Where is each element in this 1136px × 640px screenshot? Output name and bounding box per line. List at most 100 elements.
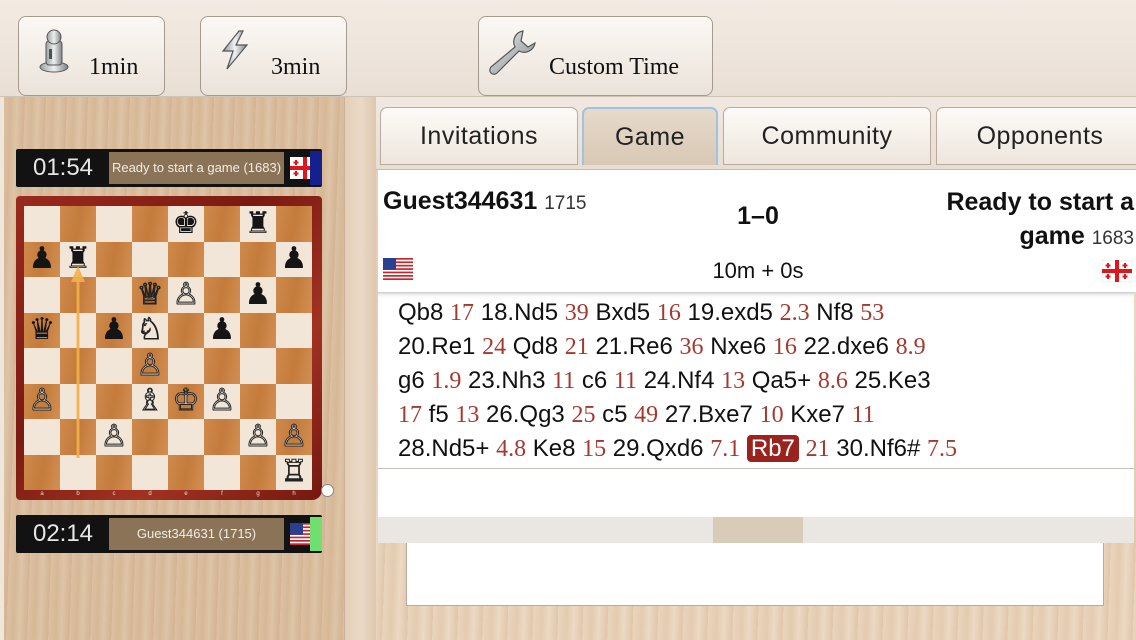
tab-invitations[interactable]: Invitations bbox=[380, 107, 578, 165]
chess-piece[interactable]: ♙ bbox=[28, 385, 56, 416]
board-square[interactable] bbox=[24, 419, 60, 455]
board-square[interactable] bbox=[60, 454, 96, 490]
board-square[interactable]: ♚ bbox=[168, 206, 204, 242]
board-square[interactable]: ♙ bbox=[24, 383, 60, 419]
board-square[interactable]: ♙ bbox=[168, 277, 204, 313]
board-square[interactable] bbox=[204, 206, 240, 242]
board-square[interactable]: ♕ bbox=[132, 277, 168, 313]
board-square[interactable]: ♟ bbox=[24, 241, 60, 277]
board-square[interactable]: ♖ bbox=[276, 454, 312, 490]
board-square[interactable] bbox=[96, 348, 132, 384]
chess-piece[interactable]: ♜ bbox=[245, 208, 272, 239]
board-square[interactable] bbox=[240, 241, 276, 277]
board-square[interactable] bbox=[240, 454, 276, 490]
board-square[interactable]: ♟ bbox=[240, 277, 276, 313]
board-square[interactable] bbox=[168, 348, 204, 384]
one-minute-button[interactable]: 1min bbox=[18, 16, 165, 96]
move[interactable]: 21.Re6 bbox=[595, 333, 672, 360]
tab-game[interactable]: Game bbox=[582, 107, 718, 165]
move[interactable]: f5 bbox=[429, 401, 449, 428]
board-square[interactable] bbox=[60, 419, 96, 455]
move[interactable]: 23.Nh3 bbox=[468, 367, 545, 394]
scroll-thumb[interactable] bbox=[713, 517, 803, 543]
tab-opponents[interactable]: Opponents bbox=[936, 107, 1136, 165]
chess-piece[interactable]: ♙ bbox=[100, 421, 128, 452]
move-list[interactable]: Qb8 17 18.Nd5 39 Bxd5 16 19.exd5 2.3 Nf8… bbox=[378, 292, 1134, 468]
board-square[interactable] bbox=[132, 206, 168, 242]
move[interactable]: Qd8 bbox=[513, 333, 558, 360]
move[interactable]: 22.dxe6 bbox=[804, 333, 889, 360]
chess-piece[interactable]: ♙ bbox=[136, 350, 164, 381]
move[interactable]: 20.Re1 bbox=[398, 333, 475, 360]
move[interactable]: Ke8 bbox=[533, 435, 576, 462]
move[interactable]: Kxe7 bbox=[790, 401, 845, 428]
chess-piece[interactable]: ♚ bbox=[173, 208, 200, 239]
board-square[interactable] bbox=[240, 312, 276, 348]
board-square[interactable] bbox=[24, 277, 60, 313]
board-square[interactable] bbox=[96, 383, 132, 419]
board-square[interactable] bbox=[24, 454, 60, 490]
board-square[interactable] bbox=[60, 348, 96, 384]
board-square[interactable] bbox=[204, 419, 240, 455]
move[interactable]: Bxd5 bbox=[595, 299, 650, 326]
chess-piece[interactable]: ♟ bbox=[281, 244, 308, 274]
tab-community[interactable]: Community bbox=[723, 107, 931, 165]
chess-piece[interactable]: ♖ bbox=[280, 456, 308, 487]
move[interactable]: Nxe6 bbox=[710, 333, 766, 360]
player-name[interactable]: Guest344631 (1715) bbox=[109, 518, 284, 550]
board-square[interactable] bbox=[60, 277, 96, 313]
board-square[interactable] bbox=[132, 241, 168, 277]
chess-piece[interactable]: ♟ bbox=[245, 279, 272, 310]
board-square[interactable] bbox=[168, 419, 204, 455]
chess-piece[interactable]: ♙ bbox=[208, 385, 236, 416]
board-square[interactable] bbox=[168, 312, 204, 348]
board-square[interactable] bbox=[168, 241, 204, 277]
board-square[interactable] bbox=[60, 206, 96, 242]
chess-piece[interactable]: ♔ bbox=[172, 385, 200, 416]
move[interactable]: c5 bbox=[602, 401, 627, 428]
board-square[interactable]: ♙ bbox=[132, 348, 168, 384]
board-square[interactable]: ♟ bbox=[276, 241, 312, 277]
board-square[interactable] bbox=[204, 348, 240, 384]
move[interactable]: 28.Nd5+ bbox=[398, 435, 489, 462]
board-square[interactable] bbox=[132, 454, 168, 490]
board-square[interactable]: ♙ bbox=[96, 419, 132, 455]
chess-piece[interactable]: ♘ bbox=[136, 314, 164, 345]
custom-time-button[interactable]: Custom Time bbox=[478, 16, 713, 96]
chess-piece[interactable]: ♜ bbox=[65, 244, 92, 274]
move[interactable]: 18.Nd5 bbox=[481, 299, 558, 326]
move[interactable]: Qb8 bbox=[398, 299, 443, 326]
move[interactable]: 24.Nf4 bbox=[644, 367, 715, 394]
board-square[interactable] bbox=[276, 312, 312, 348]
board-square[interactable] bbox=[204, 241, 240, 277]
opponent-name[interactable]: Ready to start a game (1683) bbox=[109, 152, 284, 184]
board-square[interactable]: ♙ bbox=[240, 419, 276, 455]
chess-piece[interactable]: ♙ bbox=[172, 279, 200, 310]
board-square[interactable] bbox=[96, 277, 132, 313]
move[interactable]: Rb7 bbox=[746, 435, 799, 462]
board-square[interactable] bbox=[276, 206, 312, 242]
board-square[interactable] bbox=[276, 383, 312, 419]
move[interactable]: Nf8 bbox=[816, 299, 853, 326]
move[interactable]: Qa5+ bbox=[752, 367, 811, 394]
chess-piece[interactable]: ♙ bbox=[244, 421, 272, 452]
board-square[interactable]: ♗ bbox=[132, 383, 168, 419]
board-square[interactable]: ♔ bbox=[168, 383, 204, 419]
move[interactable]: 25.Ke3 bbox=[855, 367, 931, 394]
move[interactable]: 30.Nf6# bbox=[836, 435, 920, 462]
move[interactable]: 19.exd5 bbox=[688, 299, 773, 326]
chess-piece[interactable]: ♕ bbox=[136, 279, 164, 310]
board-square[interactable] bbox=[60, 312, 96, 348]
chess-piece[interactable]: ♙ bbox=[280, 421, 308, 452]
board-square[interactable] bbox=[204, 454, 240, 490]
board-square[interactable]: ♟ bbox=[96, 312, 132, 348]
board-square[interactable] bbox=[168, 454, 204, 490]
move[interactable]: 29.Qxd6 bbox=[613, 435, 704, 462]
board-square[interactable]: ♘ bbox=[132, 312, 168, 348]
board-square[interactable] bbox=[240, 348, 276, 384]
chess-piece[interactable]: ♟ bbox=[29, 244, 56, 274]
board-square[interactable] bbox=[276, 348, 312, 384]
panel-separator[interactable] bbox=[344, 97, 378, 640]
board-square[interactable]: ♜ bbox=[60, 241, 96, 277]
chess-piece[interactable]: ♟ bbox=[101, 315, 128, 345]
